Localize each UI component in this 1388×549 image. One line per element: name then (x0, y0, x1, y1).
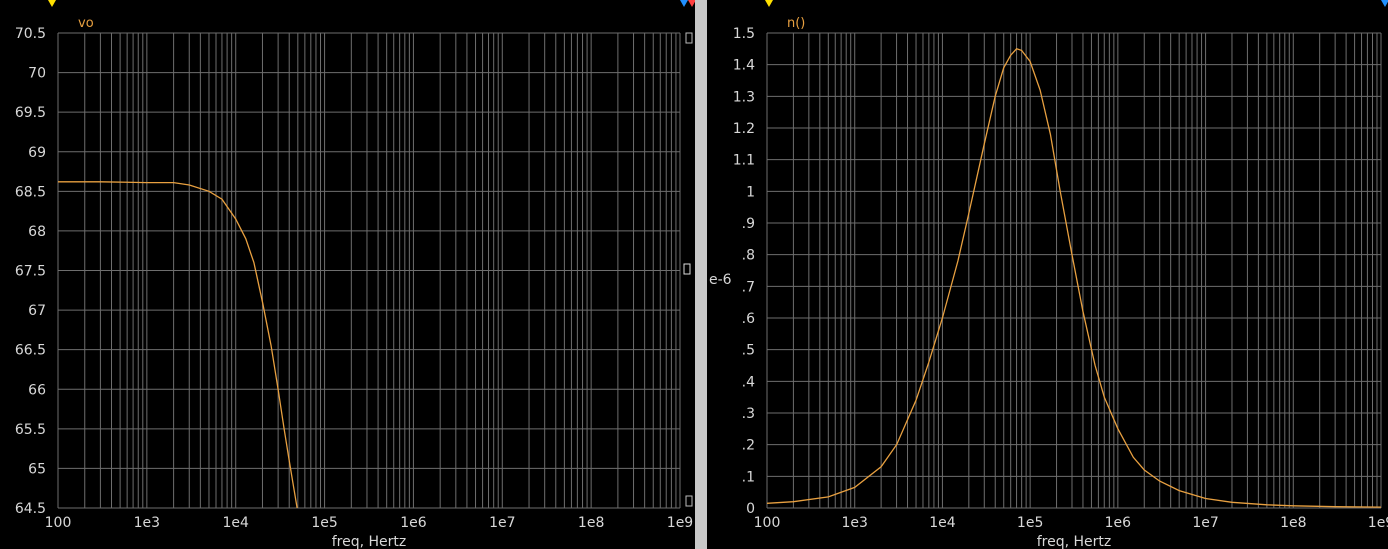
y-tick-label: 68 (28, 224, 46, 240)
y-tick-label: .5 (742, 343, 755, 359)
plot-panel-noise[interactable]: 1.5 1.4 1.3 1.2 1.1 1.9.8.7.6.5.4.3.2.1 0 100 1e… (707, 0, 1388, 549)
trace-label: vo (78, 16, 94, 31)
marker-yellow[interactable] (765, 0, 773, 7)
y-tick-label: 65.5 (15, 422, 46, 438)
y-tick-label: 69.5 (15, 105, 46, 121)
x-tick-label: 100 (754, 515, 781, 531)
y-tick-label: 1.3 (733, 89, 755, 105)
x-tick-label: 1e9 (1368, 515, 1388, 531)
x-tick-label: 1e8 (1280, 515, 1306, 531)
y-tick-label: 69 (28, 145, 46, 161)
x-tick-label: 1e8 (578, 515, 604, 531)
x-tick-label: 1e6 (400, 515, 427, 531)
marker-blue[interactable] (1381, 0, 1388, 7)
y-tick-label: 67 (28, 303, 46, 319)
resize-handle-top[interactable] (685, 32, 693, 44)
y-tick-label: 67.5 (15, 264, 46, 280)
y-tick-label: 70.5 (15, 26, 46, 42)
x-tick-label: 1e9 (667, 515, 693, 531)
x-tick-label: 1e3 (841, 515, 867, 531)
resize-handle-middle[interactable] (683, 263, 691, 275)
plot-panel-vo[interactable]: 70.5 70 69.5 69 68.5 68 67.5 67 66.5 66 65.5 65 64.5… (0, 0, 695, 549)
x-tick-label: 1e7 (489, 515, 515, 531)
y-tick-label: .1 (742, 469, 755, 485)
x-tick-label: 1e4 (929, 515, 956, 531)
y-tick-label: 66 (28, 382, 46, 398)
marker-blue[interactable] (680, 0, 688, 7)
x-tick-label: 1e5 (1017, 515, 1043, 531)
x-tick-label: 1e7 (1192, 515, 1218, 531)
y-tick-label: .9 (742, 216, 755, 232)
y-tick-label: .3 (742, 406, 755, 422)
panel-divider[interactable] (695, 0, 707, 549)
y-tick-label: 1.2 (733, 121, 755, 137)
marker-yellow[interactable] (48, 0, 56, 7)
y-tick-label: 65 (28, 461, 46, 477)
y-tick-label: .2 (742, 438, 755, 454)
y-multiplier: e-6 (709, 272, 732, 288)
x-axis-label: freq, Hertz (332, 534, 407, 549)
y-tick-label: .8 (742, 248, 755, 264)
x-axis-label: freq, Hertz (1037, 534, 1112, 549)
trace-label: n() (787, 16, 805, 31)
x-tick-label: 1e6 (1105, 515, 1132, 531)
x-tick-label: 100 (45, 515, 72, 531)
x-tick-label: 1e3 (134, 515, 160, 531)
y-tick-label: 64.5 (15, 501, 46, 517)
y-tick-label: 68.5 (15, 184, 46, 200)
resize-handle-bottom[interactable] (685, 495, 693, 507)
y-tick-label: 1.1 (733, 153, 755, 169)
y-tick-label: .6 (742, 311, 755, 327)
x-tick-label: 1e5 (311, 515, 337, 531)
y-tick-label: 1 (746, 184, 755, 200)
y-tick-label: .4 (742, 374, 755, 390)
y-tick-label: 1.4 (733, 58, 755, 74)
y-tick-label: 70 (28, 66, 46, 82)
marker-red[interactable] (688, 0, 695, 7)
y-tick-label: 1.5 (733, 26, 755, 42)
x-tick-label: 1e4 (222, 515, 249, 531)
chart-vo: 70.5 70 69.5 69 68.5 68 67.5 67 66.5 66 65.5 65 64.5… (15, 0, 695, 549)
y-tick-label: 66.5 (15, 343, 46, 359)
y-tick-label: .7 (742, 279, 755, 295)
chart-noise: 1.51.41.31.21.11.9.8.7.6.5.4.3.2.10100 1e… (709, 0, 1388, 549)
